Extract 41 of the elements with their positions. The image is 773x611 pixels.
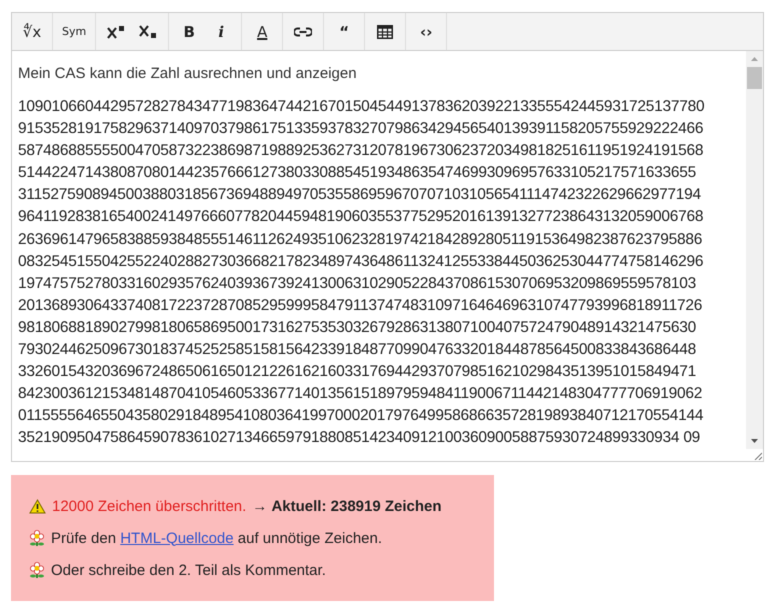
hint-text: Oder schreibe den 2. Teil als Kommentar. <box>51 562 326 578</box>
number-line: 1090106604429572827843477198364744216701504544913783620392213355542445931725137780 <box>18 97 706 117</box>
format-button[interactable]: ‹› <box>410 16 442 46</box>
number-line: 332601543203696724865061650121226162160331769442937079851621029843513951015849471 <box>18 362 697 382</box>
superscript-icon <box>107 24 126 38</box>
count-text: → Aktuell: 238919 Zeichen <box>252 498 442 514</box>
warning-icon <box>29 498 46 514</box>
format-button[interactable]: A <box>246 16 278 46</box>
scrollbar[interactable] <box>746 51 763 449</box>
resize-grip-icon[interactable] <box>754 452 762 460</box>
format-button[interactable]: i <box>205 16 238 46</box>
number-line: 5874868855550047058732238698719889253627312078196730623720349818251611951924191568 <box>18 141 704 162</box>
number-line: 3115275908945003880318567369488949705355869596707071031056541114742322629662977194 <box>18 185 702 206</box>
flower-icon <box>29 562 45 578</box>
format-button[interactable]: Sym <box>57 16 92 46</box>
scrollbar-thumb[interactable] <box>747 67 762 89</box>
number-line: 793024462509673018374525258515815642339184877099047633201844878564500833843686448 <box>18 340 697 360</box>
format-button[interactable]: “ <box>328 16 360 46</box>
number-line: 0115555646550435802918489541080364199700020179764995868663572819893840712170554144 <box>18 406 704 426</box>
editor-text: Mein CAS kann die Zahl ausrechnen und anzeigen <box>18 65 358 82</box>
table-icon <box>377 24 394 38</box>
number-line: 8423003612153481487041054605336771401356151897959484119006711442148304777706919062 <box>18 384 704 404</box>
number-line: 197475752780331602935762403936739241300631029052284370861530706953209869559578103 <box>18 274 697 294</box>
subscript-icon <box>139 24 158 38</box>
scroll-down-icon <box>751 439 758 443</box>
number-line: 981806881890279981806586950017316275353032679286313807100407572479048914321475630 <box>18 318 697 338</box>
scroll-up-icon <box>751 57 758 61</box>
format-button[interactable]: B <box>173 16 206 46</box>
number-line: 9641192838165400241497666077820445948190603553775295201613913277238643132059006768 <box>18 207 704 228</box>
number-line: 9153528191758296371409703798617513359378327079863429456540139391158205755929222466 <box>18 119 704 140</box>
hint-text: Prüfe den HTML-Quellcode auf unnötige Zeichen. <box>51 530 382 546</box>
warning-text: 12000 Zeichen überschritten. <box>52 498 246 514</box>
number-line: 3521909504758645907836102713466597918808514234091210036090058875930724899330934 09 <box>18 428 702 448</box>
number-line: 2013689306433740817223728708529599958479113747483109716464696310747793996818911726 <box>18 296 704 316</box>
source-link[interactable]: HTML-Quellcode <box>120 530 234 546</box>
number-line: 2636961479658388593848555146112624935106232819742184289280511915364982387623795886 <box>18 230 704 250</box>
number-line: 0832545155042552240288273036682178234897436486113241255338445036253044774758146296 <box>18 252 704 272</box>
link-icon <box>294 26 312 36</box>
number-line: 514422471438087080144235766612738033088545193486354746993096957633105217571633655 <box>18 163 697 184</box>
format-button[interactable]: ∜x <box>16 16 48 46</box>
flower-icon <box>29 530 45 546</box>
